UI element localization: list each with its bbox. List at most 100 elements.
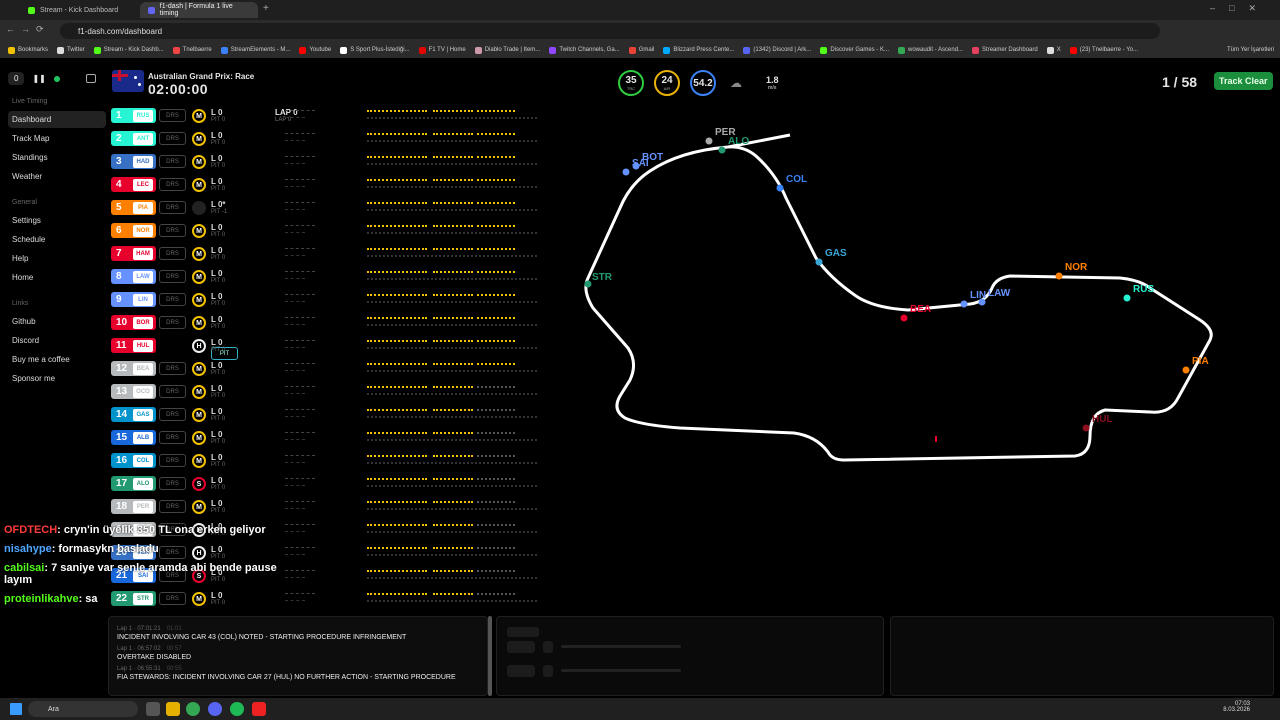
tab-f1-dash[interactable]: f1-dash | Formula 1 live timing	[140, 2, 258, 18]
bookmark-item[interactable]: S Sport Plus-İstediği...	[340, 46, 410, 54]
bookmark-item[interactable]: X	[1046, 46, 1061, 54]
sidebar-item-buy-me-a-coffee[interactable]: Buy me a coffee	[8, 351, 106, 368]
window-controls[interactable]: –□✕	[1210, 3, 1270, 14]
sidebar-item-help[interactable]: Help	[8, 250, 106, 267]
driver-pit-count: PIT 0	[211, 163, 226, 169]
bookmark-item[interactable]: Discover Games - K...	[820, 46, 889, 54]
mini-sectors	[367, 317, 547, 329]
file-explorer-icon[interactable]	[166, 702, 180, 716]
sector-bar	[477, 386, 515, 388]
bookmark-item[interactable]: Blizzard Press Cente...	[663, 46, 735, 54]
sidebar-item-weather[interactable]: Weather	[8, 168, 106, 185]
url-field[interactable]: f1-dash.com/dashboard	[60, 23, 1160, 39]
spotify-icon[interactable]	[230, 702, 244, 716]
driver-row[interactable]: 18 PER DRS M L 0 PIT 0	[110, 497, 560, 517]
air-temp-gauge: 24 AIR	[654, 70, 680, 96]
pause-icon[interactable]: ❚❚	[32, 74, 45, 83]
mini-sectors	[367, 271, 547, 283]
bookmark-item[interactable]: StreamElements - M...	[220, 46, 290, 54]
sidebar-section-title: Live Timing	[12, 98, 48, 105]
driver-row[interactable]: 14 GAS DRS M L 0 PIT 0	[110, 405, 560, 425]
bookmark-item[interactable]: Youtube	[299, 46, 331, 54]
bookmark-item[interactable]: Gmail	[628, 46, 654, 54]
sidebar-toggle-icon[interactable]	[85, 74, 96, 83]
session-header: Australian Grand Prix: Race 02:00:00 35 T…	[110, 70, 1280, 97]
tab-kick-dashboard[interactable]: Stream - Kick Dashboard	[20, 2, 138, 18]
task-view-icon[interactable]	[146, 702, 160, 716]
driver-code: ALO	[133, 477, 153, 490]
nav-buttons[interactable]: ←→⟳	[6, 24, 50, 35]
driver-row[interactable]: 2 ANT DRS M L 0 PIT 0	[110, 129, 560, 149]
driver-lap: L 0	[211, 499, 223, 508]
tyre-compound-icon: M	[192, 362, 206, 376]
new-tab-button[interactable]: +	[263, 3, 269, 14]
windows-start-icon[interactable]	[10, 703, 22, 715]
chat-username[interactable]: cabilsai	[4, 562, 44, 574]
driver-row[interactable]: 17 ALO DRS S L 0 PIT 0	[110, 474, 560, 494]
car-label: STR	[592, 272, 613, 283]
bookmark-item[interactable]: Twitter	[57, 46, 85, 54]
obs-icon[interactable]	[252, 702, 266, 716]
driver-row[interactable]: 7 HAM DRS M L 0 PIT 0	[110, 244, 560, 264]
bookmark-item[interactable]: F1 TV | Home	[418, 46, 466, 54]
bookmark-item[interactable]: Stream - Kick Dashb...	[93, 46, 164, 54]
driver-pit-count: PIT 0	[211, 301, 226, 307]
chat-username[interactable]: nisahype	[4, 543, 52, 555]
driver-pit-count: PIT 0	[211, 278, 226, 284]
driver-row[interactable]: 1 RUS DRS M L 0 PIT 0	[110, 106, 560, 126]
driver-code: HAD	[133, 155, 153, 168]
driver-row[interactable]: 9 LIN DRS M L 0 PIT 0	[110, 290, 560, 310]
sidebar-item-dashboard[interactable]: Dashboard	[8, 111, 106, 128]
driver-row[interactable]: 10 BOR DRS M L 0 PIT 0	[110, 313, 560, 333]
tyre-compound-icon: S	[192, 477, 206, 491]
driver-row[interactable]: 6 NOR DRS M L 0 PIT 0	[110, 221, 560, 241]
bookmark-item[interactable]: (23) Tnelbaerre - Yo...	[1069, 46, 1138, 54]
taskbar-search[interactable]: Ara	[28, 701, 138, 717]
humidity-gauge: 54.2	[690, 70, 716, 96]
chrome-icon[interactable]	[186, 702, 200, 716]
team-radio-panel	[496, 616, 884, 696]
driver-row[interactable]: 16 COL DRS M L 0 PIT 0	[110, 451, 560, 471]
tyre-compound-icon: M	[192, 500, 206, 514]
driver-pit-count: PIT 0	[211, 347, 226, 353]
interval-placeholder	[285, 462, 305, 466]
sidebar-item-settings[interactable]: Settings	[8, 212, 106, 229]
driver-lap: L 0	[211, 407, 223, 416]
chat-username[interactable]: proteinlikahve	[4, 593, 79, 605]
sidebar-item-discord[interactable]: Discord	[8, 332, 106, 349]
bookmark-icon	[628, 46, 636, 54]
bookmark-item[interactable]: Bookmarks	[8, 46, 48, 54]
mini-sectors	[367, 179, 547, 191]
bookmark-item[interactable]: Streamer Dashboard	[972, 46, 1038, 54]
sector-bar-lower	[367, 462, 537, 464]
bookmark-item[interactable]: wowaudit - Ascend...	[898, 46, 963, 54]
driver-row[interactable]: 3 HAD DRS M L 0 PIT 0	[110, 152, 560, 172]
driver-row[interactable]: 12 BEA DRS M L 0 PIT 0	[110, 359, 560, 379]
bookmark-label: S Sport Plus-İstediği...	[350, 47, 410, 53]
race-control-scrollbar[interactable]	[488, 616, 492, 696]
sidebar-item-home[interactable]: Home	[8, 269, 106, 286]
sector-bar-lower	[367, 554, 537, 556]
rc-time: Lap 1 · 06:55:31	[117, 666, 161, 672]
all-bookmarks[interactable]: Tüm Yer İşaretleri	[1227, 47, 1280, 53]
driver-row[interactable]: 4 LEC DRS M L 0 PIT 0	[110, 175, 560, 195]
sidebar-item-standings[interactable]: Standings	[8, 149, 106, 166]
sidebar-item-github[interactable]: Github	[8, 313, 106, 330]
driver-row[interactable]: 15 ALB DRS M L 0 PIT 0	[110, 428, 560, 448]
bookmark-item[interactable]: Twitch Channels, Ga...	[549, 46, 620, 54]
bookmark-item[interactable]: Tnelbaerre	[172, 46, 212, 54]
delay-counter[interactable]: 0	[8, 72, 25, 85]
chat-username[interactable]: OFDTECH	[4, 524, 57, 536]
bookmark-item[interactable]: Diablo Trade | Item...	[474, 46, 540, 54]
sidebar-item-schedule[interactable]: Schedule	[8, 231, 106, 248]
driver-row[interactable]: 11 HUL PIT H L 0 PIT 0	[110, 336, 560, 360]
sidebar-item-sponsor-me[interactable]: Sponsor me	[8, 370, 106, 387]
bookmark-label: Blizzard Press Cente...	[673, 47, 735, 53]
driver-row[interactable]: 13 OCO DRS M L 0 PIT 0	[110, 382, 560, 402]
driver-row[interactable]: 5 PIA DRS L 0* PIT -1	[110, 198, 560, 218]
driver-row[interactable]: 8 LAW DRS M L 0 PIT 0	[110, 267, 560, 287]
drs-indicator: DRS	[159, 270, 186, 283]
bookmark-item[interactable]: (1342) Discord | Ark...	[743, 46, 811, 54]
discord-icon[interactable]	[208, 702, 222, 716]
sidebar-item-track-map[interactable]: Track Map	[8, 130, 106, 147]
